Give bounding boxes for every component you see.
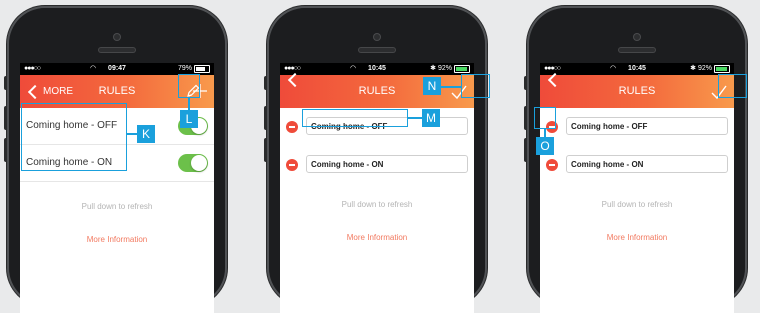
battery-icon bbox=[454, 65, 470, 73]
page-title: RULES bbox=[618, 85, 656, 97]
delete-icon[interactable] bbox=[286, 121, 298, 133]
rule-edit-row: Coming home - ON bbox=[540, 146, 734, 184]
rule-name-field[interactable]: Coming home - ON bbox=[306, 155, 468, 173]
battery-icon bbox=[194, 65, 210, 73]
speaker-grille bbox=[359, 48, 395, 52]
callout-box-n bbox=[461, 74, 490, 98]
battery-icon bbox=[714, 65, 730, 73]
screen-1: ●●●○○ ◠ 09:47 79% MORE RULES Coming home… bbox=[20, 63, 214, 313]
callout-box-o bbox=[534, 107, 556, 129]
nav-bar: RULES bbox=[540, 72, 734, 108]
rule-toggle[interactable] bbox=[178, 154, 208, 172]
screen-3: ●●●○○ ◠ 10:45 ✱ 92% RULES Coming home - … bbox=[540, 63, 734, 313]
callout-label-m: M bbox=[422, 109, 440, 127]
screen-2: ●●●○○ ◠ 10:45 ✱ 92% RULES Coming home - … bbox=[280, 63, 474, 313]
phone-frame-2: ●●●○○ ◠ 10:45 ✱ 92% RULES Coming home - … bbox=[264, 6, 487, 313]
page-title: RULES bbox=[358, 85, 396, 97]
camera-icon bbox=[114, 34, 120, 40]
delete-icon[interactable] bbox=[286, 159, 298, 171]
speaker-grille bbox=[619, 48, 655, 52]
phone-frame-3: ●●●○○ ◠ 10:45 ✱ 92% RULES Coming home - … bbox=[524, 6, 747, 313]
status-bar: ●●●○○ ◠ 10:45 ✱ 92% bbox=[280, 63, 474, 75]
callout-box-m bbox=[302, 109, 408, 127]
callout-label-n: N bbox=[423, 77, 441, 95]
pull-to-refresh-text: Pull down to refresh bbox=[601, 200, 673, 209]
rule-edit-row: Coming home - ON bbox=[280, 146, 474, 184]
callout-label-o: O bbox=[536, 137, 554, 155]
more-information-link[interactable]: More Information bbox=[280, 233, 474, 242]
bluetooth-icon: ✱ bbox=[690, 65, 696, 72]
rule-edit-row: Coming home - OFF bbox=[540, 108, 734, 146]
pull-to-refresh-text: Pull down to refresh bbox=[81, 202, 153, 211]
callout-box-check bbox=[718, 74, 747, 98]
status-bar: ●●●○○ ◠ 10:45 ✱ 92% bbox=[540, 63, 734, 75]
camera-icon bbox=[634, 34, 640, 40]
callout-line-l bbox=[188, 98, 190, 110]
callout-line-k bbox=[127, 133, 137, 135]
delete-icon[interactable] bbox=[546, 159, 558, 171]
rule-name-field[interactable]: Coming home - OFF bbox=[566, 117, 728, 135]
callout-box-k bbox=[21, 103, 127, 171]
more-information-link[interactable]: More Information bbox=[540, 233, 734, 242]
callout-box-l bbox=[178, 74, 200, 98]
pull-to-refresh-text: Pull down to refresh bbox=[341, 200, 413, 209]
bluetooth-icon: ✱ bbox=[430, 65, 436, 72]
speaker-grille bbox=[99, 48, 135, 52]
callout-line-n bbox=[441, 86, 461, 88]
callout-label-l: L bbox=[180, 110, 198, 128]
more-information-link[interactable]: More Information bbox=[20, 235, 214, 244]
camera-icon bbox=[374, 34, 380, 40]
battery-percent: 92% bbox=[697, 65, 712, 72]
callout-line-m bbox=[408, 117, 422, 119]
callout-label-k: K bbox=[137, 125, 155, 143]
battery-percent: 92% bbox=[437, 65, 452, 72]
nav-bar: RULES bbox=[280, 72, 474, 108]
callout-line-o bbox=[544, 129, 546, 137]
rule-name-field[interactable]: Coming home - ON bbox=[566, 155, 728, 173]
